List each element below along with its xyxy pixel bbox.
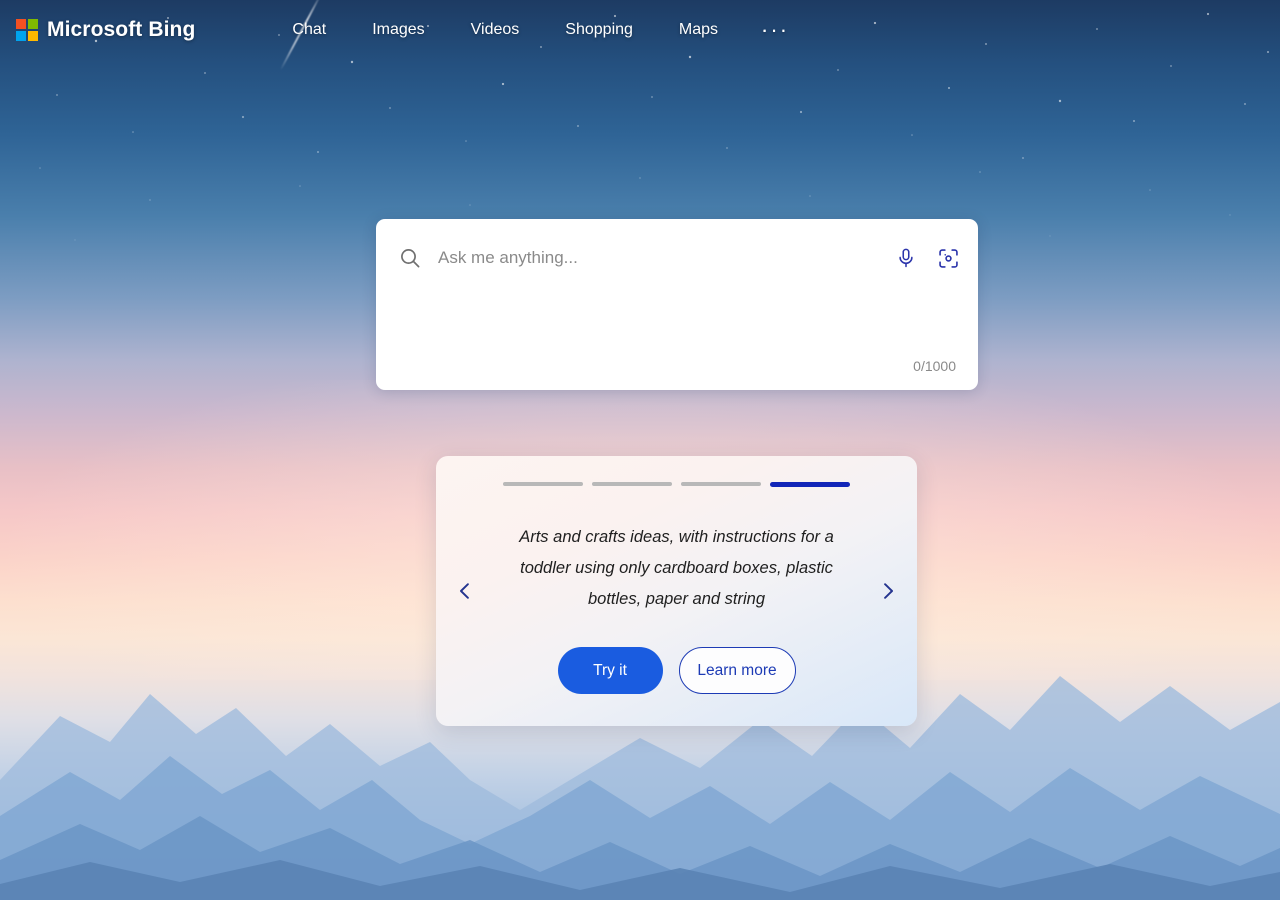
brand-logo-link[interactable]: Microsoft Bing [16,18,195,42]
page-background: Microsoft Bing Chat Images Videos Shoppi… [0,0,1280,900]
visual-search-icon[interactable] [934,244,962,272]
more-menu-icon[interactable]: ··· [741,19,809,41]
nav-item-videos[interactable]: Videos [448,15,543,45]
try-it-button[interactable]: Try it [557,647,663,694]
search-action-icons [892,244,962,272]
suggestion-text: Arts and crafts ideas, with instructions… [519,528,834,608]
microphone-icon[interactable] [892,244,920,272]
carousel-actions: Try it Learn more [436,647,917,694]
search-input[interactable] [438,248,892,268]
nav-item-shopping[interactable]: Shopping [542,15,656,45]
main-nav: Chat Images Videos Shopping Maps ··· [269,15,809,45]
chevron-left-icon[interactable] [450,571,480,611]
search-icon [401,249,420,268]
carousel-indicator-2[interactable] [592,482,672,486]
carousel-progress-indicators [436,482,917,487]
character-counter: 0/1000 [913,358,956,374]
search-box: 0/1000 [376,219,978,390]
nav-item-chat[interactable]: Chat [269,15,349,45]
nav-item-maps[interactable]: Maps [656,15,741,45]
top-navigation-bar: Microsoft Bing Chat Images Videos Shoppi… [0,0,1280,60]
carousel-indicator-4[interactable] [770,482,850,487]
search-input-row [376,219,978,297]
learn-more-button[interactable]: Learn more [678,647,796,694]
nav-item-images[interactable]: Images [349,15,447,45]
chevron-right-icon[interactable] [873,571,903,611]
suggestion-carousel-card: Arts and crafts ideas, with instructions… [436,456,917,726]
microsoft-logo-icon [16,19,38,41]
brand-name: Microsoft Bing [47,18,196,41]
carousel-indicator-3[interactable] [681,482,761,486]
carousel-indicator-1[interactable] [503,482,583,486]
